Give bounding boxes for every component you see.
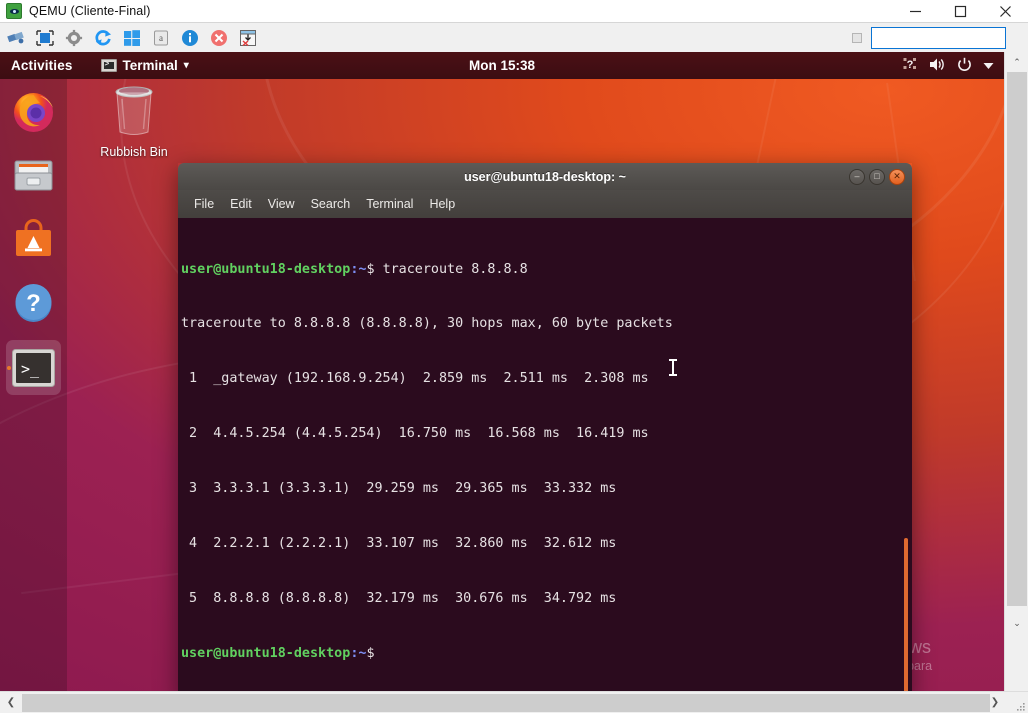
svg-text:?: ? <box>907 59 914 71</box>
document-icon[interactable]: a <box>148 26 174 50</box>
clock[interactable]: Mon 15:38 <box>0 58 1004 73</box>
scroll-right-arrow-icon[interactable]: ❯ <box>984 692 1006 713</box>
text-cursor-icon <box>672 360 674 375</box>
qemu-logo-icon <box>6 3 22 19</box>
menu-search[interactable]: Search <box>304 195 358 213</box>
terminal-close-button[interactable]: ✕ <box>889 169 905 185</box>
terminal-output: user@ubuntu18-desktop:~$ traceroute 8.8.… <box>180 224 912 691</box>
toolbar-text-input[interactable] <box>871 27 1006 49</box>
save-window-icon[interactable] <box>235 26 261 50</box>
host-close-button[interactable] <box>983 0 1028 22</box>
scroll-left-arrow-icon[interactable]: ❮ <box>0 692 22 713</box>
prompt-path: :~ <box>350 262 366 277</box>
terminal-line-prompt: user@ubuntu18-desktop:~$ <box>181 645 912 663</box>
info-icon[interactable] <box>177 26 203 50</box>
host-horizontal-scrollbar[interactable]: ❮ ❯ <box>0 691 1028 713</box>
keyboard-input-icon[interactable]: ? <box>903 57 918 74</box>
guest-viewport[interactable]: Activities Terminal ▾ Mon 15:38 ? <box>0 52 1004 691</box>
dock-item-ubuntu-software[interactable] <box>6 212 61 267</box>
terminal-line-hop-1: 1 _gateway (192.168.9.254) 2.859 ms 2.51… <box>181 370 912 388</box>
menu-terminal[interactable]: Terminal <box>359 195 420 213</box>
host-toolbar: a <box>0 22 1028 52</box>
scroll-up-arrow-icon[interactable]: ⌃ <box>1005 52 1028 72</box>
running-indicator-dot <box>7 366 11 370</box>
resize-grip-icon[interactable] <box>1016 702 1026 712</box>
terminal-window[interactable]: user@ubuntu18-desktop: ~ – □ ✕ File Edit… <box>178 163 912 691</box>
dock-item-files[interactable] <box>6 148 61 203</box>
host-window-controls <box>893 0 1028 22</box>
terminal-title: user@ubuntu18-desktop: ~ <box>464 170 626 184</box>
terminal-line-hop-2: 2 4.4.5.254 (4.4.5.254) 16.750 ms 16.568… <box>181 425 912 443</box>
terminal-line-hop-4: 4 2.2.2.1 (2.2.2.1) 33.107 ms 32.860 ms … <box>181 535 912 553</box>
menu-view[interactable]: View <box>261 195 302 213</box>
toolbar-indicator-box <box>852 33 862 43</box>
vertical-scroll-thumb[interactable] <box>1007 72 1027 606</box>
connect-icon[interactable] <box>3 26 29 50</box>
terminal-line-hop-3: 3 3.3.3.1 (3.3.3.1) 29.259 ms 29.365 ms … <box>181 480 912 498</box>
fullscreen-icon[interactable] <box>32 26 58 50</box>
terminal-menubar: File Edit View Search Terminal Help <box>178 190 912 218</box>
svg-text:?: ? <box>26 290 41 317</box>
chevron-down-icon[interactable] <box>983 58 994 73</box>
gnome-top-bar: Activities Terminal ▾ Mon 15:38 ? <box>0 52 1004 79</box>
horizontal-scroll-thumb[interactable] <box>22 694 990 712</box>
terminal-scrollbar[interactable] <box>904 538 908 691</box>
windows-logo-icon[interactable] <box>119 26 145 50</box>
host-maximize-button[interactable] <box>938 0 983 22</box>
host-window-titlebar: QEMU (Cliente-Final) <box>0 0 1028 22</box>
terminal-line-header: traceroute to 8.8.8.8 (8.8.8.8), 30 hops… <box>181 315 912 333</box>
prompt-user-host: user@ubuntu18-desktop <box>181 262 350 277</box>
system-tray[interactable]: ? <box>903 57 994 75</box>
scroll-down-arrow-icon[interactable]: ⌄ <box>1005 613 1028 633</box>
terminal-line-hop-5: 5 8.8.8.8 (8.8.8.8) 32.179 ms 30.676 ms … <box>181 590 912 608</box>
dock-item-terminal[interactable]: >_ <box>6 340 61 395</box>
volume-icon[interactable] <box>929 57 946 75</box>
terminal-titlebar[interactable]: user@ubuntu18-desktop: ~ – □ ✕ <box>178 163 912 190</box>
prompt-user-host-2: user@ubuntu18-desktop <box>181 646 350 661</box>
terminal-body[interactable]: user@ubuntu18-desktop:~$ traceroute 8.8.… <box>178 218 912 691</box>
terminal-minimize-button[interactable]: – <box>849 169 865 185</box>
host-vertical-scrollbar[interactable]: ⌃ ⌄ <box>1004 52 1028 691</box>
svg-text:>_: >_ <box>21 360 40 378</box>
desktop-icon-label: Rubbish Bin <box>95 145 173 159</box>
menu-file[interactable]: File <box>187 195 221 213</box>
rubbish-bin-icon <box>108 82 160 138</box>
close-red-icon[interactable] <box>206 26 232 50</box>
terminal-line-command: user@ubuntu18-desktop:~$ traceroute 8.8.… <box>181 261 912 279</box>
dock-item-firefox[interactable] <box>6 84 61 139</box>
refresh-icon[interactable] <box>90 26 116 50</box>
desktop-icon-rubbish-bin[interactable]: Rubbish Bin <box>95 82 173 159</box>
host-minimize-button[interactable] <box>893 0 938 22</box>
screen-root: QEMU (Cliente-Final) <box>0 0 1028 713</box>
settings-gear-icon[interactable] <box>61 26 87 50</box>
prompt-symbol-2: $ <box>366 646 374 661</box>
menu-help[interactable]: Help <box>422 195 462 213</box>
terminal-maximize-button[interactable]: □ <box>869 169 885 185</box>
terminal-command: traceroute 8.8.8.8 <box>375 262 528 277</box>
prompt-symbol: $ <box>366 262 374 277</box>
svg-text:a: a <box>159 33 163 43</box>
terminal-window-controls: – □ ✕ <box>849 169 905 185</box>
ubuntu-dock: ? >_ <box>0 79 67 691</box>
host-window-title: QEMU (Cliente-Final) <box>29 4 150 18</box>
menu-edit[interactable]: Edit <box>223 195 259 213</box>
dock-item-help[interactable]: ? <box>6 276 61 331</box>
power-icon[interactable] <box>957 57 972 75</box>
prompt-path-2: :~ <box>350 646 366 661</box>
